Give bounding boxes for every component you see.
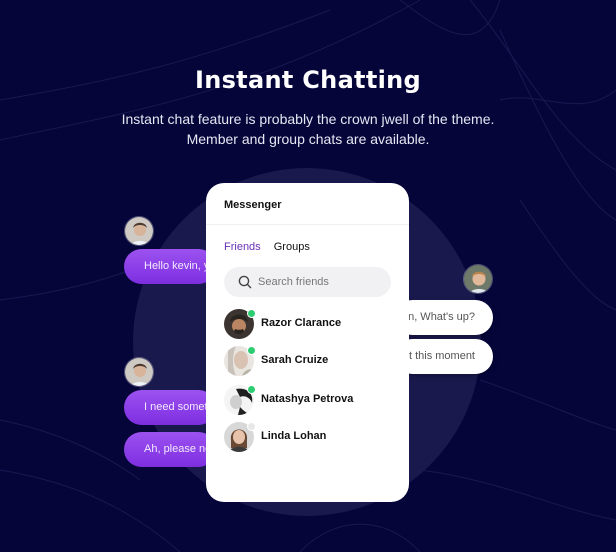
- messenger-card: Messenger Friends Groups Razor Clarance …: [206, 183, 409, 502]
- online-status-dot: [247, 346, 256, 355]
- friend-item[interactable]: Razor Clarance: [224, 309, 394, 341]
- tab-groups[interactable]: Groups: [274, 241, 310, 253]
- online-status-dot: [247, 309, 256, 318]
- friend-name: Razor Clarance: [261, 317, 342, 329]
- chat-bubble-left: Hello kevin, y: [124, 249, 216, 284]
- friend-item[interactable]: Linda Lohan: [224, 422, 394, 454]
- friend-item[interactable]: Natashya Petrova: [224, 385, 394, 417]
- chat-bubble-left: I need somet: [124, 390, 216, 425]
- search-friends-input[interactable]: [258, 267, 383, 297]
- sender-avatar: [124, 216, 154, 246]
- subtitle-line-1: Instant chat feature is probably the cro…: [121, 111, 495, 127]
- friend-name: Natashya Petrova: [261, 393, 354, 405]
- subtitle-line-2: Member and group chats are available.: [186, 131, 430, 147]
- messenger-title: Messenger: [206, 183, 409, 225]
- chat-bubble-right: t this moment: [395, 339, 493, 374]
- chat-bubble-left: Ah, please ne: [124, 432, 216, 467]
- search-icon: [238, 275, 252, 289]
- online-status-dot: [247, 385, 256, 394]
- chat-bubble-right: n, What's up?: [395, 300, 493, 335]
- friend-name: Linda Lohan: [261, 430, 327, 442]
- sender-avatar: [124, 357, 154, 387]
- receiver-avatar: [463, 264, 493, 294]
- page-subtitle: Instant chat feature is probably the cro…: [0, 109, 616, 149]
- friend-name: Sarah Cruize: [261, 354, 329, 366]
- tab-friends[interactable]: Friends: [224, 241, 261, 253]
- search-box: [224, 267, 391, 297]
- friend-item[interactable]: Sarah Cruize: [224, 346, 394, 378]
- page-title: Instant Chatting: [194, 66, 421, 94]
- offline-status-dot: [247, 422, 256, 431]
- messenger-tabs: Friends Groups: [224, 241, 320, 253]
